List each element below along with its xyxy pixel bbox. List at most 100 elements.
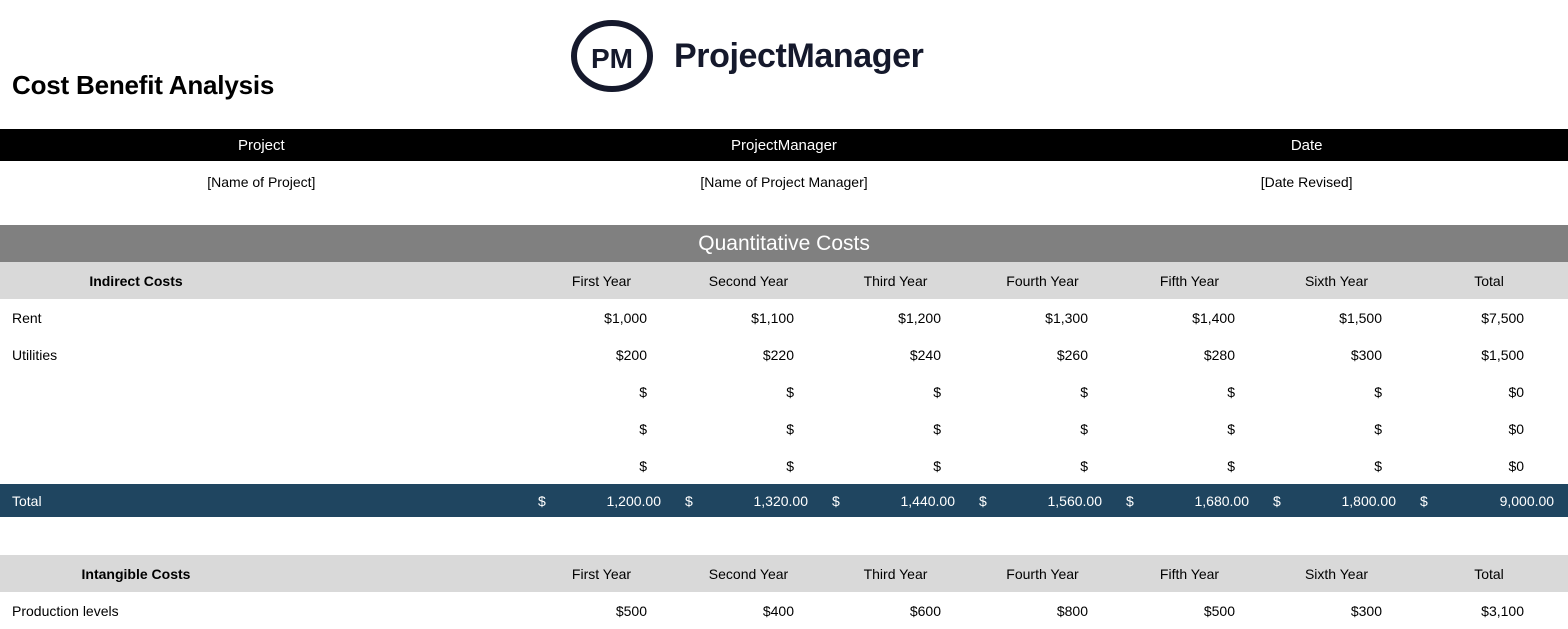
brand-lockup: PM ProjectManager [568, 20, 923, 92]
row-label[interactable]: Utilities [0, 336, 528, 373]
cell-third-year[interactable]: $1,200 [822, 299, 969, 336]
cell-sixth-year[interactable]: $ [1263, 410, 1410, 447]
cell-fourth-year[interactable]: $260 [969, 336, 1116, 373]
info-value-date[interactable]: [Date Revised] [1045, 161, 1568, 203]
column-header-third-year: Third Year [822, 262, 969, 299]
column-header-fourth-year: Fourth Year [969, 555, 1116, 592]
cell-total: $7,500 [1410, 299, 1568, 336]
row-label[interactable]: Rent [0, 299, 528, 336]
column-header-fifth-year: Fifth Year [1116, 262, 1263, 299]
quantitative-costs-table: Quantitative Costs Indirect Costs First … [0, 225, 1568, 517]
cell-fourth-year[interactable]: $800 [969, 592, 1116, 629]
info-value-project[interactable]: [Name of Project] [0, 161, 523, 203]
row-label[interactable] [0, 373, 528, 410]
info-value-projectmanager[interactable]: [Name of Project Manager] [523, 161, 1046, 203]
cell-sixth-year[interactable]: $ [1263, 373, 1410, 410]
project-info-value-row: [Name of Project] [Name of Project Manag… [0, 161, 1568, 203]
column-header-total: Total [1410, 555, 1568, 592]
cell-second-year[interactable]: $220 [675, 336, 822, 373]
cell-second-year[interactable]: $ [675, 410, 822, 447]
projectmanager-logo-icon: PM [568, 20, 656, 92]
quantitative-costs-band: Quantitative Costs [0, 225, 1568, 262]
indirect-costs-total-row: Total $ 1,200.00 $ 1,320.00 $ 1,440.00 $… [0, 484, 1568, 517]
cell-fourth-year[interactable]: $ [969, 373, 1116, 410]
total-grand: $ 9,000.00 [1410, 484, 1568, 517]
currency-symbol: $ [538, 493, 546, 509]
cell-sixth-year[interactable]: $ [1263, 447, 1410, 484]
amount: 1,680.00 [1195, 493, 1250, 509]
project-info-header-row: Project ProjectManager Date [0, 129, 1568, 161]
currency-symbol: $ [1126, 493, 1134, 509]
column-header-sixth-year: Sixth Year [1263, 262, 1410, 299]
info-header-projectmanager: ProjectManager [523, 129, 1046, 161]
currency-symbol: $ [1420, 493, 1428, 509]
cell-third-year[interactable]: $600 [822, 592, 969, 629]
svg-text:PM: PM [591, 43, 633, 74]
cell-fifth-year[interactable]: $1,400 [1116, 299, 1263, 336]
currency-symbol: $ [832, 493, 840, 509]
table-row: Utilities $200 $220 $240 $260 $280 $300 … [0, 336, 1568, 373]
cell-fourth-year[interactable]: $1,300 [969, 299, 1116, 336]
cell-total: $3,100 [1410, 592, 1568, 629]
amount: 1,800.00 [1342, 493, 1397, 509]
amount: 1,560.00 [1048, 493, 1103, 509]
cell-fifth-year[interactable]: $ [1116, 410, 1263, 447]
cell-fifth-year[interactable]: $ [1116, 373, 1263, 410]
row-label[interactable] [0, 447, 528, 484]
cell-sixth-year[interactable]: $300 [1263, 336, 1410, 373]
total-third-year: $ 1,440.00 [822, 484, 969, 517]
cell-first-year[interactable]: $ [528, 447, 675, 484]
cell-sixth-year[interactable]: $300 [1263, 592, 1410, 629]
cell-fourth-year[interactable]: $ [969, 410, 1116, 447]
cell-second-year[interactable]: $ [675, 373, 822, 410]
cell-second-year[interactable]: $400 [675, 592, 822, 629]
quantitative-costs-band-label: Quantitative Costs [0, 225, 1568, 262]
cell-third-year[interactable]: $ [822, 410, 969, 447]
table-row: Rent $1,000 $1,100 $1,200 $1,300 $1,400 … [0, 299, 1568, 336]
cell-sixth-year[interactable]: $1,500 [1263, 299, 1410, 336]
cell-fifth-year[interactable]: $280 [1116, 336, 1263, 373]
document-header: Cost Benefit Analysis PM ProjectManager [0, 0, 1568, 129]
cell-first-year[interactable]: $ [528, 410, 675, 447]
total-row-label: Total [0, 484, 528, 517]
cell-first-year[interactable]: $200 [528, 336, 675, 373]
total-fourth-year: $ 1,560.00 [969, 484, 1116, 517]
currency-symbol: $ [685, 493, 693, 509]
cell-fifth-year[interactable]: $ [1116, 447, 1263, 484]
column-header-fifth-year: Fifth Year [1116, 555, 1263, 592]
cell-third-year[interactable]: $ [822, 447, 969, 484]
cell-third-year[interactable]: $240 [822, 336, 969, 373]
info-header-date: Date [1045, 129, 1568, 161]
table-row: Production levels $500 $400 $600 $800 $5… [0, 592, 1568, 629]
page-title: Cost Benefit Analysis [12, 70, 274, 101]
column-header-sixth-year: Sixth Year [1263, 555, 1410, 592]
column-header-third-year: Third Year [822, 555, 969, 592]
project-info-table: Project ProjectManager Date [Name of Pro… [0, 129, 1568, 203]
cell-fifth-year[interactable]: $500 [1116, 592, 1263, 629]
cell-first-year[interactable]: $500 [528, 592, 675, 629]
column-header-fourth-year: Fourth Year [969, 262, 1116, 299]
spacer [0, 203, 1568, 225]
column-header-total: Total [1410, 262, 1568, 299]
cell-second-year[interactable]: $ [675, 447, 822, 484]
info-header-project: Project [0, 129, 523, 161]
brand-name: ProjectManager [674, 37, 923, 76]
table-row: $ $ $ $ $ $ $0 [0, 447, 1568, 484]
currency-symbol: $ [1273, 493, 1281, 509]
row-label[interactable] [0, 410, 528, 447]
cell-first-year[interactable]: $ [528, 373, 675, 410]
total-fifth-year: $ 1,680.00 [1116, 484, 1263, 517]
cell-total: $0 [1410, 447, 1568, 484]
table-row: $ $ $ $ $ $ $0 [0, 373, 1568, 410]
cell-total: $0 [1410, 410, 1568, 447]
column-header-second-year: Second Year [675, 262, 822, 299]
row-label[interactable]: Production levels [0, 592, 528, 629]
cell-first-year[interactable]: $1,000 [528, 299, 675, 336]
column-header-first-year: First Year [528, 262, 675, 299]
column-header-first-year: First Year [528, 555, 675, 592]
cell-third-year[interactable]: $ [822, 373, 969, 410]
spacer [0, 517, 1568, 555]
cell-fourth-year[interactable]: $ [969, 447, 1116, 484]
intangible-costs-row-header: Intangible Costs [0, 555, 528, 592]
cell-second-year[interactable]: $1,100 [675, 299, 822, 336]
